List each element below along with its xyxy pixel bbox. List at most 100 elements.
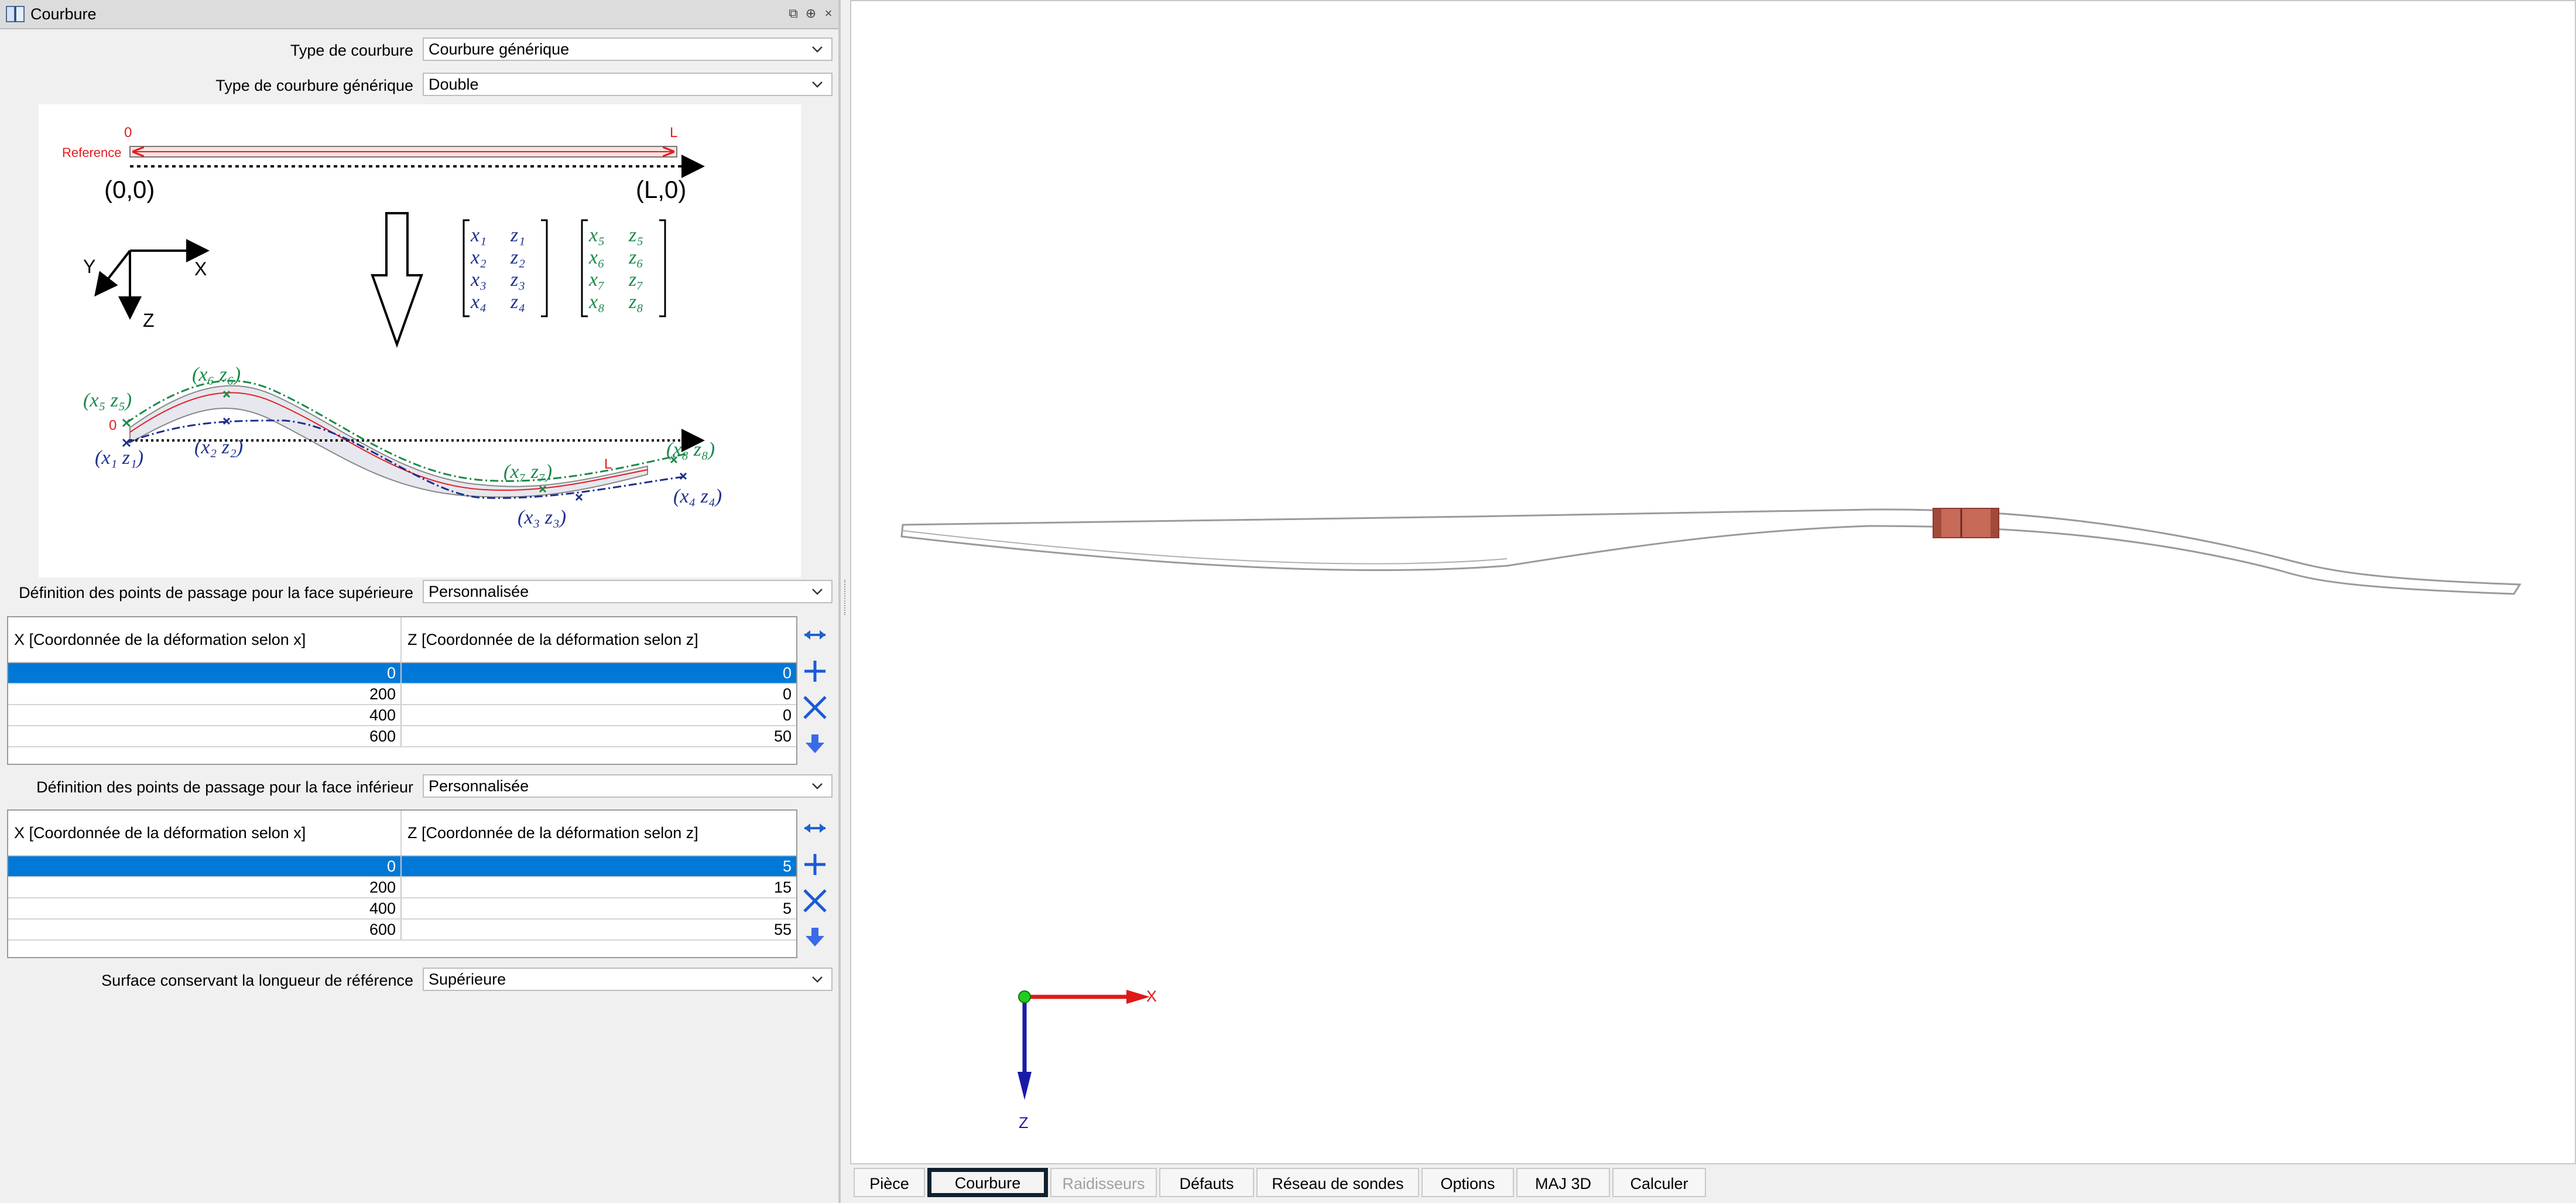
pt-label-x4: (x₄ z₄) <box>673 486 722 507</box>
table-lower-face: X [Coordonnée de la déformation selon x]… <box>7 809 797 958</box>
triad-y-label: Y <box>83 256 95 277</box>
type-generique-select[interactable]: Double <box>423 73 833 96</box>
tab-reseau-de-sondes[interactable]: Réseau de sondes <box>1256 1168 1419 1197</box>
type-generique-value: Double <box>429 76 479 93</box>
book-icon <box>6 6 25 22</box>
def-sup-select[interactable]: Personnalisée <box>423 580 833 603</box>
triad-z-label: Z <box>143 310 155 331</box>
surface-ref-label: Surface conservant la longueur de référe… <box>101 972 413 989</box>
part-section-highlight <box>1933 508 1999 538</box>
plus-icon[interactable] <box>801 850 829 879</box>
matrix-cell: x₅ <box>588 224 605 246</box>
matrix-cell: x₂ <box>470 247 487 268</box>
cell-z[interactable]: 0 <box>402 705 796 725</box>
matrix-cell: z₈ <box>628 291 643 313</box>
type-courbure-select[interactable]: Courbure générique <box>423 37 833 61</box>
axis-triad <box>94 239 210 320</box>
cell-z[interactable]: 50 <box>402 726 796 746</box>
def-inf-value: Personnalisée <box>429 777 529 795</box>
move-down-icon[interactable] <box>801 730 829 758</box>
origin-point <box>1018 990 1031 1003</box>
table-row[interactable]: 0 5 <box>8 856 796 877</box>
cell-z[interactable]: 15 <box>402 877 796 897</box>
panel-titlebar: Courbure ⧉ ⊕ × <box>0 0 838 29</box>
move-down-icon[interactable] <box>801 923 829 951</box>
matrix-cell: z₇ <box>628 269 643 291</box>
courbure-panel: Courbure ⧉ ⊕ × Type de courbure Courbure… <box>0 0 841 1203</box>
matrix-cell: z₅ <box>628 224 643 246</box>
z-axis-arrowhead <box>1018 1072 1032 1100</box>
cell-x[interactable]: 600 <box>8 726 402 746</box>
table-row[interactable]: 400 0 <box>8 705 796 726</box>
ref-zero-label: 0 <box>124 125 132 141</box>
chevron-down-icon <box>812 976 823 983</box>
curvature-diagram: 0 L Reference (0,0) (L,0) X Y Z x₁ z₁ x₂… <box>39 104 801 577</box>
pin-icon[interactable]: ⊕ <box>803 6 818 21</box>
restore-icon[interactable]: ⧉ <box>786 6 801 21</box>
view-z-label: Z <box>1019 1114 1029 1132</box>
cell-z[interactable]: 0 <box>402 663 796 683</box>
table-row[interactable]: 200 0 <box>8 684 796 705</box>
table-upper-face: X [Coordonnée de la déformation selon x]… <box>7 616 797 765</box>
def-inf-label: Définition des points de passage pour la… <box>36 778 413 796</box>
table-row[interactable]: 600 50 <box>8 726 796 747</box>
type-courbure-label: Type de courbure <box>290 42 413 59</box>
bottom-tab-bar: Pièce Courbure Raidisseurs Défauts Résea… <box>850 1164 2576 1203</box>
cell-x[interactable]: 200 <box>8 877 402 897</box>
arrows-horizontal-icon[interactable] <box>801 814 829 842</box>
pt-label-x8: (x₈ z₈) <box>666 439 715 460</box>
end-label: (L,0) <box>636 176 686 203</box>
tab-piece[interactable]: Pièce <box>854 1168 925 1197</box>
column-header-z[interactable]: Z [Coordonnée de la déformation selon z] <box>402 811 796 855</box>
pt-label-x5: (x₅ z₅) <box>83 389 132 411</box>
cell-x[interactable]: 400 <box>8 898 402 918</box>
surface-ref-select[interactable]: Supérieure <box>423 968 833 991</box>
def-sup-label: Définition des points de passage pour la… <box>19 584 413 602</box>
panel-splitter[interactable] <box>841 0 850 1203</box>
close-icon[interactable] <box>801 693 829 722</box>
curved-part <box>900 508 2522 595</box>
cell-z[interactable]: 5 <box>402 856 796 876</box>
ref-L-label: L <box>670 125 677 141</box>
plus-icon[interactable] <box>801 657 829 685</box>
table-row[interactable]: 200 15 <box>8 877 796 898</box>
tab-raidisseurs: Raidisseurs <box>1050 1168 1157 1197</box>
matrix-cell: x₁ <box>470 224 487 246</box>
cell-z[interactable]: 55 <box>402 920 796 939</box>
tab-calculer[interactable]: Calculer <box>1612 1168 1706 1197</box>
arrows-horizontal-icon[interactable] <box>801 621 829 649</box>
close-panel-icon[interactable]: × <box>821 6 836 21</box>
close-icon[interactable] <box>801 887 829 915</box>
tab-maj-3d[interactable]: MAJ 3D <box>1516 1168 1610 1197</box>
panel-title: Courbure <box>30 5 97 23</box>
cell-z[interactable]: 0 <box>402 684 796 704</box>
reference-label: Reference <box>62 145 122 160</box>
cell-x[interactable]: 200 <box>8 684 402 704</box>
table-row[interactable]: 0 0 <box>8 663 796 684</box>
cell-x[interactable]: 0 <box>8 856 402 876</box>
pt-label-x2: (x₂ z₂) <box>194 436 243 458</box>
cell-x[interactable]: 0 <box>8 663 402 683</box>
viewport-3d[interactable]: X Z <box>850 0 2576 1164</box>
pt-label-x7: (x₇ z₇) <box>503 461 552 483</box>
triad-x-label: X <box>194 258 207 279</box>
column-header-z[interactable]: Z [Coordonnée de la déformation selon z] <box>402 617 796 662</box>
cell-x[interactable]: 600 <box>8 920 402 939</box>
beam-zero-label: 0 <box>109 418 117 433</box>
table-row[interactable]: 400 5 <box>8 898 796 920</box>
column-header-x[interactable]: X [Coordonnée de la déformation selon x] <box>8 811 402 855</box>
matrix-cell: z₃ <box>510 269 525 291</box>
matrix-upper: x₅ z₅ x₆ z₆ x₇ z₇ x₈ z₈ <box>581 219 666 317</box>
matrix-cell: x₃ <box>470 269 487 291</box>
tab-courbure[interactable]: Courbure <box>927 1168 1048 1197</box>
chevron-down-icon <box>812 783 823 790</box>
tab-defauts[interactable]: Défauts <box>1159 1168 1254 1197</box>
def-inf-select[interactable]: Personnalisée <box>423 774 833 798</box>
column-header-x[interactable]: X [Coordonnée de la déformation selon x] <box>8 617 402 662</box>
tab-options[interactable]: Options <box>1421 1168 1514 1197</box>
splitter-grip <box>844 580 848 615</box>
cell-x[interactable]: 400 <box>8 705 402 725</box>
table-row[interactable]: 600 55 <box>8 920 796 941</box>
cell-z[interactable]: 5 <box>402 898 796 918</box>
pt-label-x1: (x₁ z₁) <box>95 447 143 469</box>
